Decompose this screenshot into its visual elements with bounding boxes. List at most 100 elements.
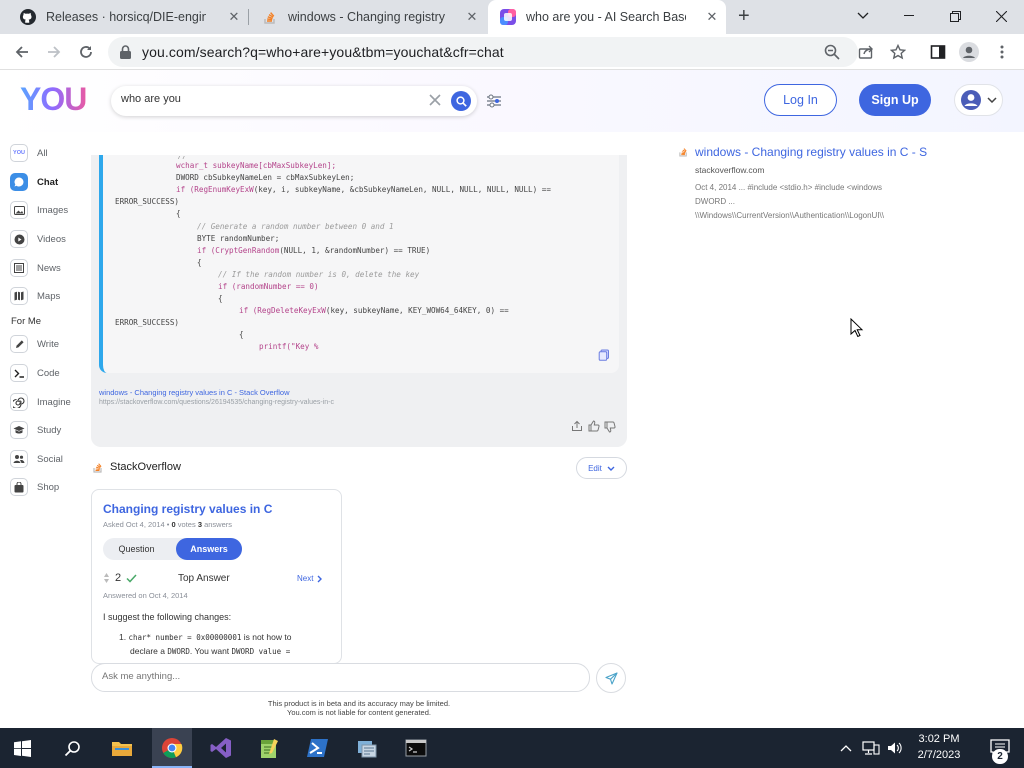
you-com-icon xyxy=(500,9,516,25)
sidebar-item-all[interactable]: YOU All xyxy=(10,142,48,164)
file-explorer-icon[interactable] xyxy=(102,728,142,768)
sidebar-item-shop[interactable]: Shop xyxy=(10,476,59,498)
zoom-icon[interactable] xyxy=(824,44,840,60)
close-tab-icon[interactable]: ✕ xyxy=(704,9,720,25)
sidebar-item-chat[interactable]: Chat xyxy=(10,171,58,193)
log-in-button[interactable]: Log In xyxy=(764,84,837,116)
address-bar[interactable]: you.com/search?q=who+are+you&tbm=youchat… xyxy=(108,37,858,67)
side-panel-icon[interactable] xyxy=(924,38,952,66)
stackoverflow-icon xyxy=(262,9,278,25)
question-title[interactable]: Changing registry values in C xyxy=(103,502,272,516)
code-line: { xyxy=(239,330,244,339)
answer-text: I suggest the following changes: xyxy=(103,612,232,622)
reload-icon[interactable] xyxy=(72,38,100,66)
sidebar-item-label: All xyxy=(37,147,48,159)
filter-settings-icon[interactable] xyxy=(486,94,502,108)
url-text: you.com/search?q=who+are+you&tbm=youchat… xyxy=(142,44,504,60)
close-tab-icon[interactable]: ✕ xyxy=(464,9,480,25)
visual-studio-icon[interactable] xyxy=(201,728,241,768)
back-icon[interactable] xyxy=(8,38,36,66)
close-window-icon[interactable] xyxy=(978,0,1024,32)
thumbs-down-icon[interactable] xyxy=(604,421,616,433)
sidebar-item-news[interactable]: News xyxy=(10,257,61,279)
taskbar-search-icon[interactable] xyxy=(52,728,92,768)
notepad-plus-plus-icon[interactable] xyxy=(249,728,289,768)
new-tab-icon[interactable]: + xyxy=(738,6,758,27)
code-line: { xyxy=(218,294,223,303)
tab-releases[interactable]: Releases · horsicq/DIE-engine ✕ xyxy=(8,0,248,34)
clear-search-icon[interactable] xyxy=(429,94,441,106)
clock-date: 2/7/2023 xyxy=(917,749,961,761)
sidebar-item-social[interactable]: Social xyxy=(10,448,63,470)
sidebar-item-code[interactable]: Code xyxy=(10,362,60,384)
result-title-link[interactable]: windows - Changing registry values in C … xyxy=(695,145,930,159)
lock-icon[interactable] xyxy=(120,45,131,59)
regedit-icon[interactable] xyxy=(347,728,387,768)
browser-menu-icon[interactable] xyxy=(988,38,1016,66)
citation-link[interactable]: windows - Changing registry values in C … xyxy=(99,388,290,397)
pencil-icon xyxy=(10,335,28,353)
code-line: wchar_t subkeyName[cbMaxSubkeyLen]; xyxy=(176,161,337,170)
sidebar-item-imagine[interactable]: Imagine xyxy=(10,391,71,413)
sidebar-item-write[interactable]: Write xyxy=(10,333,59,355)
inline-code: char* number = 0x00000001 xyxy=(128,633,242,642)
sidebar-item-study[interactable]: Study xyxy=(10,419,61,441)
disclaimer: This product is in beta and its accuracy… xyxy=(91,699,627,717)
volume-icon[interactable] xyxy=(884,728,906,768)
video-icon xyxy=(10,230,28,248)
graduation-cap-icon xyxy=(10,421,28,439)
windows-start-icon[interactable] xyxy=(2,728,42,768)
tab-stackoverflow[interactable]: windows - Changing registry valu ✕ xyxy=(250,0,486,34)
tab-search-icon[interactable] xyxy=(840,0,886,32)
send-button[interactable] xyxy=(596,663,626,693)
minimize-icon[interactable] xyxy=(886,0,932,32)
sign-up-button[interactable]: Sign Up xyxy=(859,84,931,116)
code-line: BYTE randomNumber; xyxy=(197,234,280,243)
sidebar-item-maps[interactable]: Maps xyxy=(10,285,60,307)
account-menu-button[interactable] xyxy=(954,84,1003,116)
copy-code-icon[interactable] xyxy=(598,349,610,361)
sidebar-item-images[interactable]: Images xyxy=(10,199,68,221)
share-icon[interactable] xyxy=(852,38,880,66)
source-label: StackOverflow xyxy=(110,461,181,473)
search-input[interactable] xyxy=(121,93,421,105)
browser-toolbar: you.com/search?q=who+are+you&tbm=youchat… xyxy=(0,34,1024,70)
close-tab-icon[interactable]: ✕ xyxy=(226,9,242,25)
powershell-icon[interactable] xyxy=(298,728,338,768)
you-logo[interactable]: YOU xyxy=(20,81,87,117)
system-clock[interactable]: 3:02 PM 2/7/2023 xyxy=(912,731,966,763)
citation-url[interactable]: https://stackoverflow.com/questions/2619… xyxy=(99,399,334,406)
share-answer-icon[interactable] xyxy=(571,420,583,432)
score-value: 2 xyxy=(115,572,122,584)
code-line: ERROR_SUCCESS) xyxy=(115,318,180,327)
ask-input[interactable] xyxy=(102,671,572,682)
sidebar-item-label: Chat xyxy=(37,176,59,188)
stackoverflow-icon xyxy=(93,461,103,473)
people-icon xyxy=(10,450,28,468)
cmd-icon[interactable] xyxy=(396,728,436,768)
sidebar-item-label: Write xyxy=(37,338,59,350)
stackoverflow-favicon xyxy=(679,146,688,157)
disclaimer-line: This product is in beta and its accuracy… xyxy=(267,699,451,708)
sidebar-item-videos[interactable]: Videos xyxy=(10,228,66,250)
tab-you-com[interactable]: who are you - AI Search Based C ✕ xyxy=(488,0,726,34)
edit-label: Edit xyxy=(588,463,602,473)
tab-title: Releases · horsicq/DIE-engine xyxy=(46,10,206,24)
search-button[interactable] xyxy=(451,91,471,111)
edit-button[interactable]: Edit xyxy=(576,457,627,479)
tab-answers[interactable]: Answers xyxy=(176,538,242,560)
sidebar-item-label: Shop xyxy=(37,481,60,493)
thumbs-up-icon[interactable] xyxy=(588,420,600,432)
next-answer-button[interactable]: Next xyxy=(297,574,323,583)
forward-icon[interactable] xyxy=(40,38,68,66)
chrome-icon[interactable] xyxy=(152,728,192,768)
bookmark-star-icon[interactable] xyxy=(884,38,912,66)
map-icon xyxy=(10,287,28,305)
tab-separator xyxy=(248,9,249,25)
chat-icon xyxy=(10,173,28,191)
tab-question[interactable]: Question xyxy=(103,538,170,560)
network-icon[interactable] xyxy=(860,728,882,768)
show-hidden-icons-icon[interactable] xyxy=(836,728,856,768)
profile-icon[interactable] xyxy=(955,38,983,66)
restore-icon[interactable] xyxy=(932,0,978,32)
